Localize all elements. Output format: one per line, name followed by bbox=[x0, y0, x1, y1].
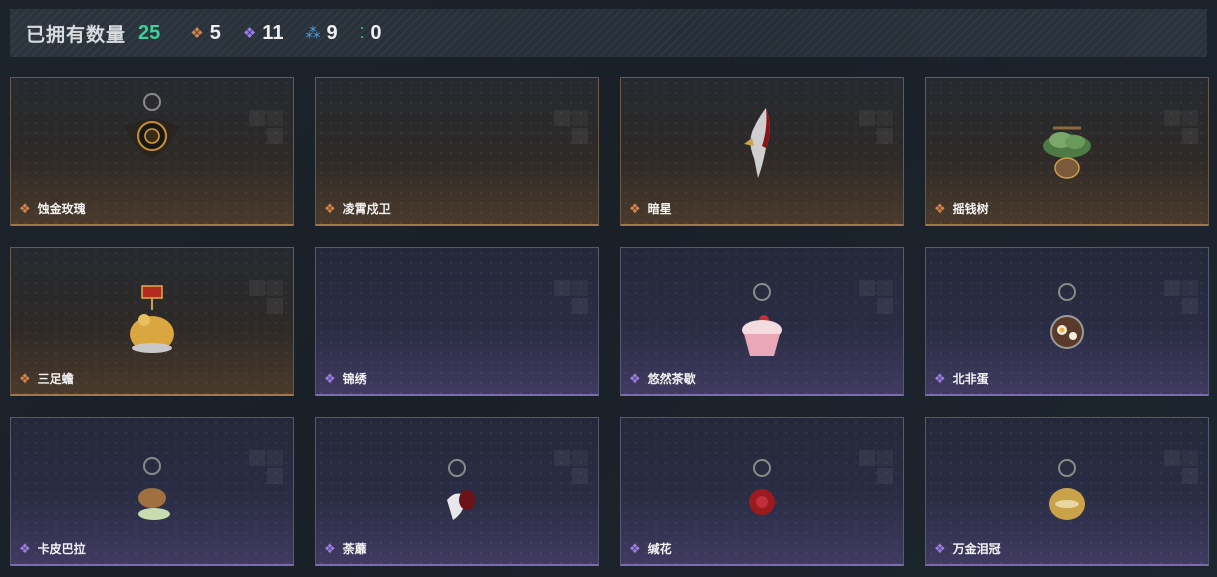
purple-diamond-icon: ❖ bbox=[629, 541, 641, 556]
card-decoration bbox=[249, 280, 285, 326]
owned-count-value: 25 bbox=[138, 21, 161, 44]
charm-card[interactable]: ❖ 荼蘼 bbox=[315, 417, 599, 566]
charm-name: 锦绣 bbox=[342, 372, 367, 386]
charm-name: 悠然茶歇 bbox=[647, 372, 696, 386]
stat-blue-value: 9 bbox=[326, 21, 338, 44]
card-footer: ❖ 摇钱树 bbox=[934, 200, 989, 217]
card-footer: ❖ 荼蘼 bbox=[324, 540, 367, 557]
card-footer: ❖ 蚀金玫瑰 bbox=[19, 200, 86, 217]
green-dots-icon: ⁚ bbox=[359, 24, 365, 42]
owned-count-label: 已拥有数量 bbox=[26, 24, 127, 46]
orange-diamond-icon: ❖ bbox=[19, 201, 31, 216]
dark-star-charm-icon bbox=[744, 108, 770, 178]
charm-card[interactable]: ❖ 三足蟾 bbox=[10, 247, 294, 396]
charm-card[interactable]: ❖ 凌霄戍卫 bbox=[315, 77, 599, 226]
charm-name: 缄花 bbox=[647, 542, 672, 556]
rose-charm-icon bbox=[124, 93, 180, 160]
charm-card[interactable]: ❖ 缄花 bbox=[620, 417, 904, 566]
charm-name: 北非蛋 bbox=[952, 372, 989, 386]
purple-diamond-icon: ❖ bbox=[934, 371, 946, 386]
card-footer: ❖ 悠然茶歇 bbox=[629, 370, 696, 387]
shakshuka-charm-icon bbox=[1050, 283, 1084, 349]
charm-card[interactable]: ❖ 卡皮巴拉 bbox=[10, 417, 294, 566]
charm-name: 暗星 bbox=[647, 202, 672, 216]
purple-diamond-icon: ❖ bbox=[324, 541, 336, 556]
card-decoration bbox=[554, 280, 590, 326]
rose-bouquet-charm-icon bbox=[447, 459, 475, 520]
card-footer: ❖ 凌霄戍卫 bbox=[324, 200, 391, 217]
stat-blue: ⁂ 9 bbox=[305, 22, 337, 45]
card-footer: ❖ 卡皮巴拉 bbox=[19, 540, 86, 557]
red-flower-charm-icon bbox=[749, 459, 775, 515]
charm-name: 蚀金玫瑰 bbox=[37, 202, 86, 216]
card-footer: ❖ 暗星 bbox=[629, 200, 672, 217]
charm-name: 摇钱树 bbox=[952, 202, 989, 216]
charm-card[interactable]: ❖ 摇钱树 bbox=[925, 77, 1209, 226]
orange-diamond-icon: ❖ bbox=[19, 371, 31, 386]
card-decoration bbox=[554, 450, 590, 496]
purple-diamond-icon: ❖ bbox=[324, 371, 336, 386]
purple-diamond-icon: ❖ bbox=[934, 541, 946, 556]
capybara-charm-icon bbox=[138, 457, 170, 520]
collection-header: 已拥有数量 25 ❖ 5 ❖ 11 ⁂ 9 ⁚ 0 bbox=[10, 9, 1207, 57]
card-decoration bbox=[1164, 280, 1200, 326]
golden-crown-charm-icon bbox=[1049, 459, 1085, 520]
purple-diamond-icon: ❖ bbox=[242, 24, 257, 42]
orange-diamond-icon: ❖ bbox=[934, 201, 946, 216]
card-decoration bbox=[859, 110, 895, 156]
three-legged-toad-charm-icon bbox=[130, 285, 174, 353]
stat-green: ⁚ 0 bbox=[360, 22, 382, 45]
blue-triangle-icon: ⁂ bbox=[305, 24, 321, 42]
charm-card[interactable]: ❖ 万金泪冠 bbox=[925, 417, 1209, 566]
charm-name: 三足蟾 bbox=[37, 372, 74, 386]
card-footer: ❖ 三足蟾 bbox=[19, 370, 74, 387]
charm-grid: ❖ 蚀金玫瑰 ❖ 凌霄戍卫 ❖ 暗星 ❖ 摇钱树 ❖ 三足蟾 ❖ 锦绣 ❖ 悠然… bbox=[10, 77, 1209, 566]
money-tree-charm-icon bbox=[1043, 126, 1091, 179]
stat-purple: ❖ 11 bbox=[243, 22, 284, 45]
charm-card[interactable]: ❖ 悠然茶歇 bbox=[620, 247, 904, 396]
purple-diamond-icon: ❖ bbox=[629, 371, 641, 386]
stat-green-value: 0 bbox=[370, 21, 382, 44]
stat-orange: ❖ 5 bbox=[190, 22, 221, 45]
charm-name: 荼蘼 bbox=[342, 542, 367, 556]
orange-diamond-icon: ❖ bbox=[629, 201, 641, 216]
stat-orange-value: 5 bbox=[209, 21, 221, 44]
card-decoration bbox=[249, 450, 285, 496]
charm-card[interactable]: ❖ 锦绣 bbox=[315, 247, 599, 396]
card-decoration bbox=[1164, 110, 1200, 156]
card-decoration bbox=[859, 280, 895, 326]
card-footer: ❖ 万金泪冠 bbox=[934, 540, 1001, 557]
purple-diamond-icon: ❖ bbox=[19, 541, 31, 556]
card-decoration bbox=[1164, 450, 1200, 496]
card-decoration bbox=[249, 110, 285, 156]
card-decoration bbox=[859, 450, 895, 496]
cupcake-charm-icon bbox=[742, 283, 782, 356]
charm-card[interactable]: ❖ 蚀金玫瑰 bbox=[10, 77, 294, 226]
charm-card[interactable]: ❖ 暗星 bbox=[620, 77, 904, 226]
stat-purple-value: 11 bbox=[262, 21, 284, 44]
card-footer: ❖ 北非蛋 bbox=[934, 370, 989, 387]
charm-name: 卡皮巴拉 bbox=[37, 542, 86, 556]
orange-diamond-icon: ❖ bbox=[324, 201, 336, 216]
card-footer: ❖ 缄花 bbox=[629, 540, 672, 557]
charm-card[interactable]: ❖ 北非蛋 bbox=[925, 247, 1209, 396]
card-decoration bbox=[554, 110, 590, 156]
charm-name: 凌霄戍卫 bbox=[342, 202, 391, 216]
charm-name: 万金泪冠 bbox=[952, 542, 1001, 556]
orange-diamond-icon: ❖ bbox=[190, 24, 204, 42]
card-footer: ❖ 锦绣 bbox=[324, 370, 367, 387]
